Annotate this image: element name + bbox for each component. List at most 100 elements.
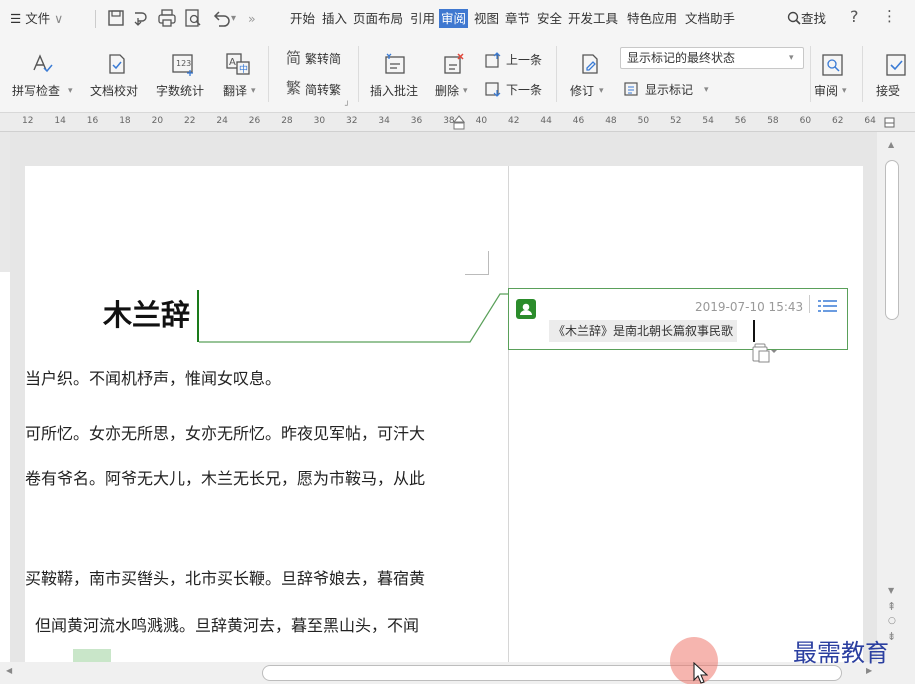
file-menu[interactable]: ☰ 文件 ∨: [10, 10, 63, 27]
track-changes-dropdown-icon: ▾: [599, 86, 604, 96]
body-text-line[interactable]: 可所忆。女亦无所思，女亦无所忆。昨夜见军帖，可汗大: [25, 423, 425, 445]
vertical-scrollbar[interactable]: ▲ ▼ ⇞ ○ ⇟: [877, 132, 915, 662]
review-pane-label: 审阅: [814, 84, 839, 98]
ribbon-divider: [810, 46, 811, 102]
ribbon-divider: [358, 46, 359, 102]
ruler-tick-label: 18: [119, 116, 131, 126]
ruler-tick-label: 26: [248, 116, 261, 126]
document-page[interactable]: 木兰辞 当户织。不闻机杼声，惟闻女叹息。 可所忆。女亦无所思，女亦无所忆。昨夜见…: [25, 166, 863, 662]
previous-comment-icon: [485, 52, 501, 68]
horizontal-ruler[interactable]: 12 14 16 18 20 22 24 26 28 30 32 34 36 38 40 42 44 46 48 50…: [0, 113, 915, 132]
ruler-toggle-icon[interactable]: [884, 117, 895, 128]
dialog-launcher-icon[interactable]: ┘: [345, 98, 350, 114]
output-icon[interactable]: [130, 7, 152, 29]
ruler-tick-label: 54: [702, 116, 714, 126]
file-menu-label: 文件: [25, 11, 51, 26]
more-tools-icon[interactable]: »: [248, 10, 256, 27]
word-count-label: 字数统计: [156, 84, 205, 98]
help-icon[interactable]: ?: [850, 8, 859, 25]
ruler-tick-label: 60: [799, 116, 812, 126]
doc-proofread-label: 文档校对: [90, 84, 139, 98]
svg-text:中: 中: [239, 63, 248, 75]
ruler-tick-label: 40: [475, 116, 488, 126]
document-title[interactable]: 木兰辞: [103, 297, 190, 333]
body-text-line[interactable]: 买鞍鞯，南市买辔头，北市买长鞭。旦辞爷娘去，暮宿黄: [25, 568, 425, 590]
vertical-scroll-thumb[interactable]: [885, 160, 899, 320]
tab-developer[interactable]: 开发工具: [568, 9, 618, 28]
comment-menu-icon[interactable]: [813, 295, 841, 317]
undo-dropdown-icon[interactable]: ▾: [231, 10, 236, 27]
search-label: 查找: [801, 11, 827, 26]
accept-icon: [886, 54, 906, 76]
track-changes-icon: [582, 54, 598, 74]
search-button[interactable]: 查找: [787, 10, 826, 27]
tab-review[interactable]: 审阅: [439, 9, 469, 28]
ruler-tick-label: 42: [508, 116, 520, 126]
hamburger-icon: ☰: [10, 11, 26, 26]
ruler-tick-label: 12: [22, 116, 34, 126]
to-simplified-label: 繁转简: [305, 52, 342, 66]
chevron-down-icon: ∨: [50, 11, 64, 26]
doc-proofread-icon: [109, 54, 125, 74]
ruler-tick-label: 48: [605, 116, 617, 126]
markup-pane-divider: [508, 166, 509, 662]
tab-start[interactable]: 开始: [290, 9, 315, 28]
mouse-pointer-icon: [693, 662, 708, 684]
previous-page-icon[interactable]: ⇞: [887, 600, 896, 613]
scroll-up-icon[interactable]: ▲: [888, 140, 894, 149]
comment-text[interactable]: 《木兰辞》是南北朝长篇叙事民歌: [549, 320, 738, 342]
tab-special-apps[interactable]: 特色应用: [627, 9, 677, 28]
watermark: 最需教育: [793, 639, 889, 667]
vertical-ruler[interactable]: [0, 132, 10, 662]
horizontal-scrollbar[interactable]: ◀ ▶: [0, 662, 915, 684]
horizontal-scroll-thumb[interactable]: [262, 665, 842, 681]
tab-insert[interactable]: 插入: [322, 9, 347, 28]
translate-label: 翻译: [223, 84, 248, 98]
svg-text:123: 123: [176, 59, 191, 68]
tab-view[interactable]: 视图: [474, 9, 499, 28]
ruler-tick-label: 58: [767, 116, 779, 126]
spell-check-icon: [33, 54, 53, 73]
save-icon[interactable]: [105, 7, 127, 29]
comment-balloon[interactable]: 2019-07-10 15:43 《木兰辞》是南北朝长篇叙事民歌: [508, 288, 848, 350]
scroll-down-icon[interactable]: ▼: [888, 586, 894, 595]
ruler-tick-label: 36: [410, 116, 423, 126]
undo-icon[interactable]: [210, 7, 232, 29]
delete-comment-icon: [444, 53, 464, 74]
markup-display-value: 显示标记的最终状态: [627, 51, 736, 65]
comment-timestamp: 2019-07-10 15:43: [695, 300, 804, 314]
paste-options-icon[interactable]: [751, 342, 777, 364]
traditional-icon: 繁: [286, 79, 302, 97]
scroll-left-icon[interactable]: ◀: [6, 666, 12, 675]
more-icon[interactable]: ⋮: [882, 8, 897, 25]
markup-display-select[interactable]: 显示标记的最终状态 ▾: [620, 47, 804, 69]
tab-page-layout[interactable]: 页面布局: [353, 9, 403, 28]
print-icon[interactable]: [156, 7, 178, 29]
body-text-line[interactable]: 当户织。不闻机杼声，惟闻女叹息。: [25, 368, 281, 390]
review-pane-icon: [822, 54, 843, 76]
svg-text:A: A: [229, 57, 236, 68]
to-traditional-label: 简转繁: [305, 83, 342, 97]
tab-references[interactable]: 引用: [410, 9, 435, 28]
chevron-down-icon: ▾: [789, 53, 794, 63]
body-text-line[interactable]: 卷有爷名。阿爷无大儿，木兰无长兄，愿为市鞍马，从此: [25, 468, 425, 490]
select-browse-object-icon[interactable]: ○: [888, 616, 896, 626]
tab-security[interactable]: 安全: [537, 9, 562, 28]
show-markup-icon: [624, 82, 638, 96]
ruler-tick-label: 50: [637, 116, 650, 126]
body-text-line[interactable]: 但闻黄河流水鸣溅溅。旦辞黄河去，暮至黑山头，不闻: [35, 615, 419, 637]
print-preview-icon[interactable]: [182, 7, 204, 29]
insert-comment-label: 插入批注: [370, 84, 419, 98]
comment-cursor: [753, 320, 755, 342]
ruler-tick-label: 44: [540, 116, 552, 126]
translate-icon: A中: [226, 53, 250, 75]
ruler-tick-label: 46: [572, 116, 585, 126]
menu-bar: ☰ 文件 ∨ ▾ » 开始 插入 页面布局 引用 审阅 视图 章节 安全 开发工…: [0, 0, 915, 38]
tab-doc-assistant[interactable]: 文档助手: [685, 9, 735, 28]
accept-label: 接受: [876, 84, 901, 98]
spell-check-label: 拼写检查: [12, 84, 61, 98]
ribbon-divider: [862, 46, 863, 102]
track-changes-label: 修订: [570, 84, 595, 98]
indent-marker-icon[interactable]: [452, 115, 466, 131]
tab-chapter[interactable]: 章节: [505, 9, 530, 28]
